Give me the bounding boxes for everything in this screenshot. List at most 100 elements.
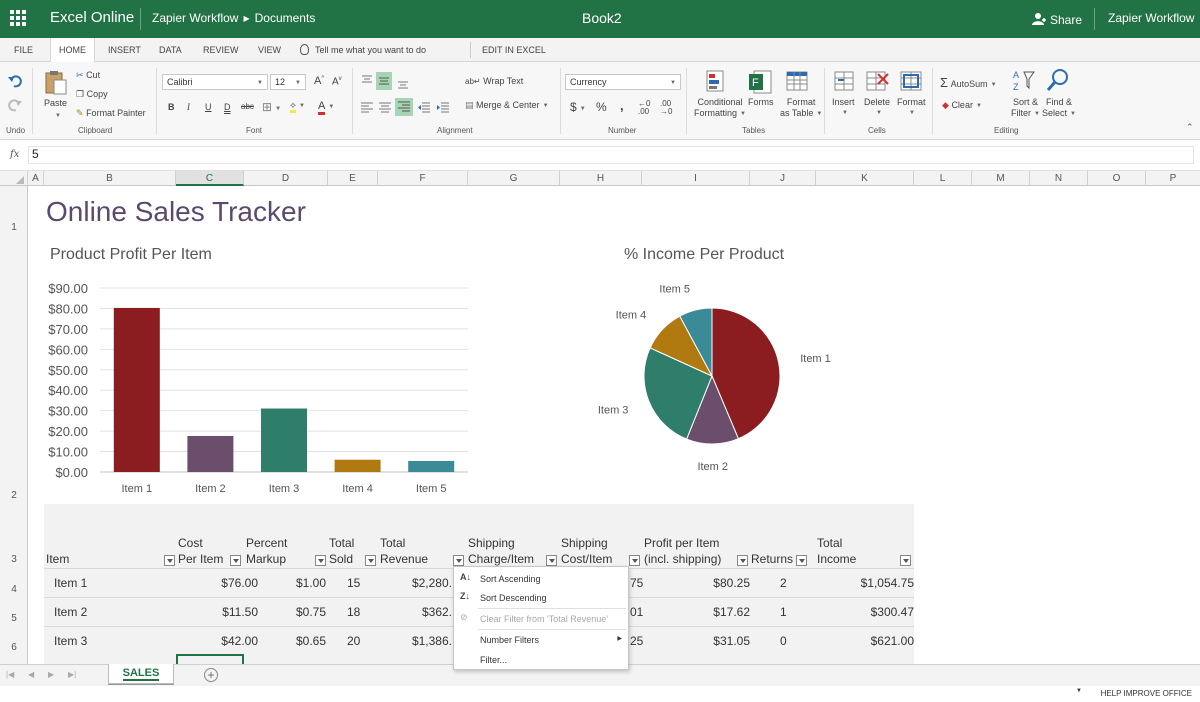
- cut-button[interactable]: ✂ Cut: [76, 70, 100, 81]
- borders-icon[interactable]: ⊞ ▼: [262, 100, 281, 114]
- sheet-tab-sales[interactable]: SALES: [108, 664, 174, 684]
- align-bottom-icon[interactable]: [396, 76, 410, 90]
- collapse-ribbon-icon[interactable]: ⌃: [1186, 122, 1194, 133]
- cell-returns[interactable]: 0: [780, 634, 787, 648]
- cell-profit[interactable]: $17.62: [684, 605, 750, 619]
- row-header-1[interactable]: 1: [0, 222, 28, 233]
- cell-shipping-cost[interactable]: 75: [630, 576, 643, 590]
- add-sheet-button[interactable]: +: [204, 668, 218, 682]
- tab-data[interactable]: DATA: [151, 38, 190, 62]
- redo-icon[interactable]: [8, 98, 22, 112]
- cell-markup[interactable]: $0.65: [264, 634, 326, 648]
- cell-sold[interactable]: 18: [347, 605, 360, 619]
- italic-icon[interactable]: I: [187, 102, 190, 112]
- underline-icon[interactable]: U: [205, 102, 212, 112]
- sheet-title[interactable]: Online Sales Tracker: [46, 196, 306, 228]
- header-cost-line2[interactable]: Per Item: [178, 552, 223, 567]
- formula-input[interactable]: [28, 146, 1194, 164]
- cell-shipping-cost[interactable]: 25: [630, 634, 643, 648]
- header-revenue-line2[interactable]: Revenue: [380, 552, 428, 567]
- cell-revenue[interactable]: $362.: [384, 605, 452, 619]
- delete-button[interactable]: Delete ▼: [864, 97, 890, 117]
- bar[interactable]: [113, 307, 160, 472]
- format-cells-icon[interactable]: [900, 70, 924, 94]
- pie-chart[interactable]: Item 1 Item 2 Item 3 Item 4 Item 5: [588, 282, 848, 472]
- column-header-h[interactable]: H: [560, 171, 642, 186]
- sort-filter-icon[interactable]: AZ: [1012, 68, 1036, 94]
- filter-dropdown-income[interactable]: [900, 555, 911, 566]
- copy-button[interactable]: ❐ Copy: [76, 89, 108, 100]
- align-middle-icon[interactable]: [376, 72, 392, 90]
- column-header-g[interactable]: G: [468, 171, 560, 186]
- cell-cost[interactable]: $11.50: [184, 605, 258, 619]
- tab-view[interactable]: VIEW: [250, 38, 289, 62]
- breadcrumb-workspace[interactable]: Zapier Workflow: [152, 11, 238, 25]
- function-icon[interactable]: fx: [10, 149, 19, 160]
- find-select-icon[interactable]: [1046, 68, 1070, 94]
- column-header-b[interactable]: B: [44, 171, 176, 186]
- shrink-font-icon[interactable]: Av: [332, 76, 342, 87]
- align-left-icon[interactable]: [360, 100, 374, 114]
- cell-cost[interactable]: $42.00: [184, 634, 258, 648]
- forms-icon[interactable]: F: [748, 70, 772, 94]
- align-right-icon[interactable]: [395, 98, 413, 116]
- conditional-formatting-button[interactable]: Conditional Formatting ▼: [694, 97, 746, 121]
- row-header-3[interactable]: 3: [0, 554, 28, 565]
- formula-value[interactable]: 5: [32, 147, 39, 161]
- cell-revenue[interactable]: $2,280.: [384, 576, 452, 590]
- increase-indent-icon[interactable]: [436, 100, 450, 114]
- cell-profit[interactable]: $80.25: [684, 576, 750, 590]
- header-shipping-charge-line2[interactable]: Charge/Item: [468, 552, 534, 567]
- header-returns[interactable]: Returns: [751, 552, 793, 567]
- cell-returns[interactable]: 2: [780, 576, 787, 590]
- comma-style-button[interactable]: ,: [620, 98, 624, 113]
- column-header-p[interactable]: P: [1146, 171, 1200, 186]
- row-header-4[interactable]: 4: [0, 584, 28, 595]
- increase-decimal-icon[interactable]: ←0.00: [638, 100, 650, 116]
- conditional-formatting-icon[interactable]: [706, 70, 728, 94]
- status-dropdown-icon[interactable]: ▼: [1076, 688, 1082, 694]
- bar[interactable]: [261, 408, 307, 472]
- column-header-i[interactable]: I: [642, 171, 750, 186]
- column-header-d[interactable]: D: [244, 171, 328, 186]
- filter-dropdown-cost[interactable]: [230, 555, 241, 566]
- header-sold-line2[interactable]: Sold: [329, 552, 353, 567]
- fill-color-icon[interactable]: ⟡ ▼: [290, 100, 305, 113]
- document-title[interactable]: Book2: [582, 10, 622, 26]
- insert-cells-icon[interactable]: [834, 70, 856, 94]
- decrease-indent-icon[interactable]: [417, 100, 431, 114]
- row-header-6[interactable]: 6: [0, 642, 28, 653]
- column-header-m[interactable]: M: [972, 171, 1030, 186]
- cell-item[interactable]: Item 2: [54, 605, 87, 619]
- tell-me-search[interactable]: Tell me what you want to do: [300, 38, 426, 62]
- align-top-icon[interactable]: [360, 74, 374, 88]
- number-format-select[interactable]: Currency ▼: [565, 74, 681, 90]
- bar[interactable]: [187, 435, 234, 472]
- filter-dropdown-revenue[interactable]: [453, 555, 464, 566]
- column-header-n[interactable]: N: [1030, 171, 1088, 186]
- bar[interactable]: [408, 460, 455, 472]
- tab-insert[interactable]: INSERT: [100, 38, 149, 62]
- paste-button[interactable]: Paste: [44, 98, 67, 108]
- bar[interactable]: [334, 459, 381, 472]
- percent-style-button[interactable]: %: [596, 100, 607, 114]
- filter-dropdown-profit[interactable]: [737, 555, 748, 566]
- prev-sheet-icon[interactable]: ◀: [28, 670, 34, 679]
- delete-cells-icon[interactable]: [866, 70, 890, 94]
- cell-income[interactable]: $300.47: [824, 605, 914, 619]
- cell-income[interactable]: $621.00: [824, 634, 914, 648]
- cell-markup[interactable]: $0.75: [264, 605, 326, 619]
- tab-home[interactable]: HOME: [50, 38, 95, 63]
- find-select-button[interactable]: Find & Select ▼: [1042, 97, 1076, 121]
- column-header-l[interactable]: L: [914, 171, 972, 186]
- decrease-decimal-icon[interactable]: .00 →0: [660, 100, 672, 116]
- filter-dropdown-markup[interactable]: [315, 555, 326, 566]
- header-income-line2[interactable]: Income: [817, 552, 856, 567]
- sort-filter-button[interactable]: Sort & Filter ▼: [1011, 97, 1040, 121]
- grow-font-icon[interactable]: A^: [314, 75, 324, 87]
- column-header-k[interactable]: K: [816, 171, 914, 186]
- filter-dropdown-returns[interactable]: [796, 555, 807, 566]
- format-as-table-icon[interactable]: [786, 70, 810, 94]
- insert-button[interactable]: Insert ▼: [832, 97, 855, 117]
- bar-chart[interactable]: $0.00 $10.00 $20.00 $30.00 $40.00 $50.00 $60.0…: [28, 276, 488, 496]
